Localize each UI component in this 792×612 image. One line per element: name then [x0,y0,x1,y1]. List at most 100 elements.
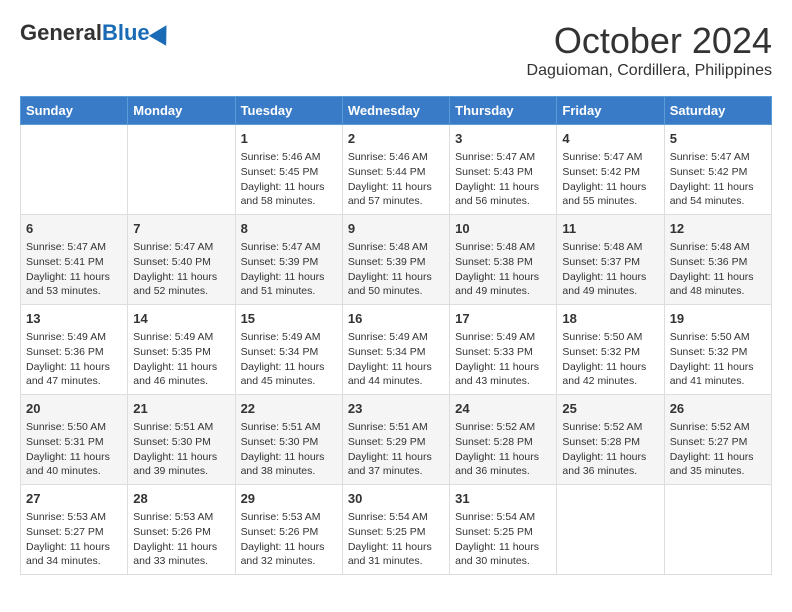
day-number: 27 [26,490,122,508]
calendar-week-2: 6Sunrise: 5:47 AMSunset: 5:41 PMDaylight… [21,215,772,305]
daylight-text: Daylight: 11 hours and 37 minutes. [348,450,444,479]
daylight-text: Daylight: 11 hours and 51 minutes. [241,270,337,299]
day-number: 9 [348,220,444,238]
daylight-text: Daylight: 11 hours and 56 minutes. [455,180,551,209]
day-number: 15 [241,310,337,328]
sunset-text: Sunset: 5:32 PM [670,345,766,360]
calendar-cell: 19Sunrise: 5:50 AMSunset: 5:32 PMDayligh… [664,305,771,395]
daylight-text: Daylight: 11 hours and 39 minutes. [133,450,229,479]
calendar-cell: 30Sunrise: 5:54 AMSunset: 5:25 PMDayligh… [342,485,449,575]
calendar-cell: 9Sunrise: 5:48 AMSunset: 5:39 PMDaylight… [342,215,449,305]
sunrise-text: Sunrise: 5:53 AM [241,510,337,525]
calendar-cell: 10Sunrise: 5:48 AMSunset: 5:38 PMDayligh… [450,215,557,305]
daylight-text: Daylight: 11 hours and 30 minutes. [455,540,551,569]
day-number: 20 [26,400,122,418]
calendar-cell: 17Sunrise: 5:49 AMSunset: 5:33 PMDayligh… [450,305,557,395]
daylight-text: Daylight: 11 hours and 45 minutes. [241,360,337,389]
sunset-text: Sunset: 5:39 PM [241,255,337,270]
calendar-cell: 6Sunrise: 5:47 AMSunset: 5:41 PMDaylight… [21,215,128,305]
sunrise-text: Sunrise: 5:47 AM [455,150,551,165]
day-number: 31 [455,490,551,508]
weekday-header-saturday: Saturday [664,97,771,125]
sunrise-text: Sunrise: 5:53 AM [133,510,229,525]
sunrise-text: Sunrise: 5:49 AM [348,330,444,345]
day-number: 21 [133,400,229,418]
day-number: 4 [562,130,658,148]
daylight-text: Daylight: 11 hours and 58 minutes. [241,180,337,209]
calendar-cell: 31Sunrise: 5:54 AMSunset: 5:25 PMDayligh… [450,485,557,575]
day-number: 25 [562,400,658,418]
sunset-text: Sunset: 5:43 PM [455,165,551,180]
day-number: 30 [348,490,444,508]
sunrise-text: Sunrise: 5:47 AM [670,150,766,165]
weekday-header-row: SundayMondayTuesdayWednesdayThursdayFrid… [21,97,772,125]
sunset-text: Sunset: 5:29 PM [348,435,444,450]
calendar-cell: 3 Sunrise: 5:47 AMSunset: 5:43 PMDaylight… [450,125,557,215]
sunset-text: Sunset: 5:31 PM [26,435,122,450]
day-number: 8 [241,220,337,238]
sunrise-text: Sunrise: 5:48 AM [348,240,444,255]
day-number: 19 [670,310,766,328]
calendar-week-5: 27Sunrise: 5:53 AMSunset: 5:27 PMDayligh… [21,485,772,575]
sunset-text: Sunset: 5:30 PM [133,435,229,450]
sunrise-text: Sunrise: 5:48 AM [455,240,551,255]
page-header: General Blue October 2024 Daguioman, Cor… [20,20,772,80]
calendar-cell [21,125,128,215]
sunset-text: Sunset: 5:25 PM [348,525,444,540]
calendar-week-4: 20Sunrise: 5:50 AMSunset: 5:31 PMDayligh… [21,395,772,485]
daylight-text: Daylight: 11 hours and 47 minutes. [26,360,122,389]
sunset-text: Sunset: 5:37 PM [562,255,658,270]
day-number: 7 [133,220,229,238]
daylight-text: Daylight: 11 hours and 55 minutes. [562,180,658,209]
calendar-cell: 13Sunrise: 5:49 AMSunset: 5:36 PMDayligh… [21,305,128,395]
sunrise-text: Sunrise: 5:47 AM [241,240,337,255]
daylight-text: Daylight: 11 hours and 42 minutes. [562,360,658,389]
sunset-text: Sunset: 5:42 PM [670,165,766,180]
calendar-cell: 7Sunrise: 5:47 AMSunset: 5:40 PMDaylight… [128,215,235,305]
sunset-text: Sunset: 5:44 PM [348,165,444,180]
daylight-text: Daylight: 11 hours and 34 minutes. [26,540,122,569]
logo-blue-text: Blue [102,20,150,46]
calendar-cell: 20Sunrise: 5:50 AMSunset: 5:31 PMDayligh… [21,395,128,485]
sunrise-text: Sunrise: 5:52 AM [562,420,658,435]
sunrise-text: Sunrise: 5:48 AM [670,240,766,255]
day-number: 29 [241,490,337,508]
sunset-text: Sunset: 5:42 PM [562,165,658,180]
day-number: 3 [455,130,551,148]
calendar-week-1: 1Sunrise: 5:46 AMSunset: 5:45 PMDaylight… [21,125,772,215]
daylight-text: Daylight: 11 hours and 31 minutes. [348,540,444,569]
daylight-text: Daylight: 11 hours and 35 minutes. [670,450,766,479]
day-number: 28 [133,490,229,508]
calendar-cell: 21Sunrise: 5:51 AMSunset: 5:30 PMDayligh… [128,395,235,485]
calendar-cell [664,485,771,575]
day-number: 18 [562,310,658,328]
calendar-cell: 12Sunrise: 5:48 AMSunset: 5:36 PMDayligh… [664,215,771,305]
sunrise-text: Sunrise: 5:49 AM [455,330,551,345]
weekday-header-thursday: Thursday [450,97,557,125]
weekday-header-wednesday: Wednesday [342,97,449,125]
daylight-text: Daylight: 11 hours and 36 minutes. [562,450,658,479]
sunset-text: Sunset: 5:28 PM [562,435,658,450]
title-area: October 2024 Daguioman, Cordillera, Phil… [527,20,772,80]
sunset-text: Sunset: 5:28 PM [455,435,551,450]
day-number: 23 [348,400,444,418]
day-number: 2 [348,130,444,148]
calendar-cell: 23 Sunrise: 5:51 AMSunset: 5:29 PMDayligh… [342,395,449,485]
sunset-text: Sunset: 5:32 PM [562,345,658,360]
calendar-cell: 2Sunrise: 5:46 AMSunset: 5:44 PMDaylight… [342,125,449,215]
daylight-text: Daylight: 11 hours and 57 minutes. [348,180,444,209]
calendar-cell [128,125,235,215]
daylight-text: Daylight: 11 hours and 54 minutes. [670,180,766,209]
sunrise-text: Sunrise: 5:51 AM [348,420,444,435]
sunset-text: Sunset: 5:33 PM [455,345,551,360]
sunrise-text: Sunrise: 5:49 AM [26,330,122,345]
daylight-text: Daylight: 11 hours and 41 minutes. [670,360,766,389]
sunrise-text: Sunrise: 5:52 AM [455,420,551,435]
calendar-cell: 18Sunrise: 5:50 AMSunset: 5:32 PMDayligh… [557,305,664,395]
logo-icon [148,20,174,46]
calendar-cell: 11Sunrise: 5:48 AMSunset: 5:37 PMDayligh… [557,215,664,305]
day-number: 6 [26,220,122,238]
sunrise-text: Sunrise: 5:52 AM [670,420,766,435]
logo-general-text: General [20,20,102,46]
day-number: 17 [455,310,551,328]
